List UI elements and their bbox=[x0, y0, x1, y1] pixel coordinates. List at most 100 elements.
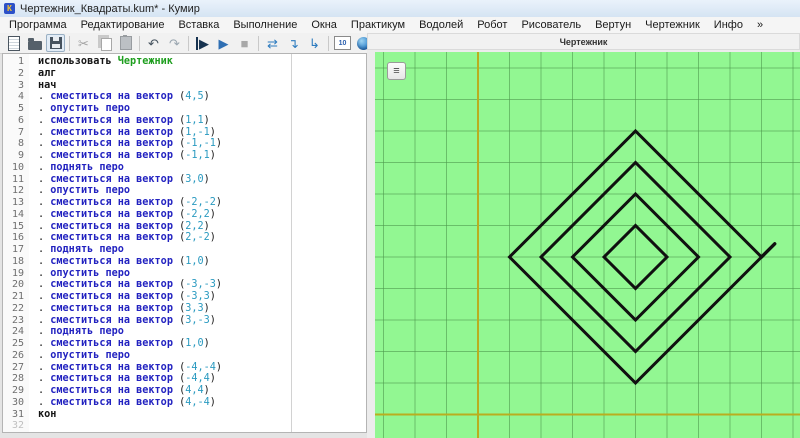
code-line[interactable]: . сместиться на вектор (-2,2) bbox=[38, 209, 366, 221]
line-number: 5 bbox=[3, 103, 24, 115]
code-line[interactable]: . сместиться на вектор (4,5) bbox=[38, 91, 366, 103]
line-number: 33 bbox=[3, 432, 24, 433]
code-line[interactable]: . сместиться на вектор (-2,-2) bbox=[38, 197, 366, 209]
kumir-window: К Чертежник_Квадраты.kum* - Кумир Програ… bbox=[0, 0, 800, 438]
code-line[interactable]: . опустить перо bbox=[38, 268, 366, 280]
step-into-button[interactable]: ↴ bbox=[284, 34, 303, 52]
step-out-button[interactable]: ↳ bbox=[305, 34, 324, 52]
code-line[interactable]: . опустить перо bbox=[38, 103, 366, 115]
paste-button[interactable] bbox=[116, 34, 135, 52]
code-token: опустить перо bbox=[50, 350, 130, 361]
draftsman-drawing bbox=[375, 52, 800, 438]
code-line[interactable]: алг bbox=[38, 68, 366, 80]
code-line[interactable]: . сместиться на вектор (1,0) bbox=[38, 256, 366, 268]
code-line[interactable]: . сместиться на вектор (2,-2) bbox=[38, 232, 366, 244]
code-line[interactable]: . опустить перо bbox=[38, 185, 366, 197]
menu-item-3[interactable]: Вставка bbox=[171, 18, 226, 32]
code-line[interactable]: . опустить перо bbox=[38, 350, 366, 362]
code-line[interactable]: . сместиться на вектор (4,-4) bbox=[38, 397, 366, 409]
code-token: -4,4 bbox=[185, 373, 210, 384]
code-line[interactable]: . сместиться на вектор (2,2) bbox=[38, 221, 366, 233]
code-line[interactable]: . сместиться на вектор (-1,-1) bbox=[38, 138, 366, 150]
io-window-button[interactable]: 10 bbox=[333, 34, 352, 52]
open-file-button[interactable] bbox=[25, 34, 44, 52]
menu-item-1[interactable]: Программа bbox=[2, 18, 74, 32]
copy-button[interactable] bbox=[95, 34, 114, 52]
open-file-icon bbox=[28, 41, 42, 50]
line-number: 6 bbox=[3, 115, 24, 127]
code-line[interactable]: кон bbox=[38, 409, 366, 421]
code-token: сместиться на вектор bbox=[50, 256, 179, 267]
code-token: сместиться на вектор bbox=[50, 315, 179, 326]
run-button[interactable]: ▶ bbox=[214, 34, 233, 52]
code-line[interactable]: . поднять перо bbox=[38, 244, 366, 256]
code-token: . bbox=[38, 232, 50, 243]
line-number: 12 bbox=[3, 185, 24, 197]
code-line[interactable]: . сместиться на вектор (3,0) bbox=[38, 174, 366, 186]
code-line[interactable]: . сместиться на вектор (-4,4) bbox=[38, 373, 366, 385]
code-line[interactable]: использовать Чертежник bbox=[38, 56, 366, 68]
code-line[interactable]: . сместиться на вектор (-4,-4) bbox=[38, 362, 366, 374]
cut-icon: ✂ bbox=[78, 37, 89, 50]
code-line[interactable]: . поднять перо bbox=[38, 162, 366, 174]
code-line[interactable]: . сместиться на вектор (1,-1) bbox=[38, 127, 366, 139]
code-line[interactable]: . сместиться на вектор (-3,-3) bbox=[38, 279, 366, 291]
line-number: 19 bbox=[3, 268, 24, 280]
code-token: сместиться на вектор bbox=[50, 221, 179, 232]
code-token: . bbox=[38, 221, 50, 232]
cut-button[interactable]: ✂ bbox=[74, 34, 93, 52]
step-over-button[interactable]: ⇄ bbox=[263, 34, 282, 52]
line-number: 13 bbox=[3, 197, 24, 209]
code-token: сместиться на вектор bbox=[50, 338, 179, 349]
code-line[interactable]: . сместиться на вектор (3,-3) bbox=[38, 315, 366, 327]
menu-item-12[interactable]: Инфо bbox=[707, 18, 750, 32]
code-token: ) bbox=[204, 303, 210, 314]
code-token: . bbox=[38, 397, 50, 408]
line-number: 30 bbox=[3, 397, 24, 409]
line-number: 29 bbox=[3, 385, 24, 397]
code-line[interactable] bbox=[38, 420, 366, 432]
menu-item-11[interactable]: Чертежник bbox=[638, 18, 707, 32]
menu-item-10[interactable]: Вертун bbox=[588, 18, 638, 32]
code-line[interactable]: . сместиться на вектор (-3,3) bbox=[38, 291, 366, 303]
code-token: 1,1 bbox=[185, 115, 203, 126]
code-line[interactable]: . сместиться на вектор (3,3) bbox=[38, 303, 366, 315]
save-button[interactable] bbox=[46, 34, 65, 52]
menu-item-8[interactable]: Робот bbox=[470, 18, 514, 32]
line-number: 2 bbox=[3, 68, 24, 80]
code-token: кон bbox=[38, 409, 56, 420]
menu-item-7[interactable]: Водолей bbox=[412, 18, 470, 32]
code-line[interactable] bbox=[38, 432, 366, 433]
redo-button[interactable]: ↷ bbox=[165, 34, 184, 52]
undo-button[interactable]: ↶ bbox=[144, 34, 163, 52]
code-token: сместиться на вектор bbox=[50, 373, 179, 384]
code-token: сместиться на вектор bbox=[50, 362, 179, 373]
code-area[interactable]: использовать Чертежникалгнач. сместиться… bbox=[29, 54, 366, 432]
redo-icon: ↷ bbox=[169, 37, 180, 50]
draftsman-canvas: ≡ bbox=[375, 52, 800, 438]
stop-button[interactable]: ■ bbox=[235, 34, 254, 52]
run-icon: ▶ bbox=[219, 37, 229, 50]
menu-item-13[interactable]: » bbox=[750, 18, 770, 32]
run-blind-button[interactable]: ▶ bbox=[193, 34, 212, 52]
code-token: -2,2 bbox=[185, 209, 210, 220]
canvas-menu-button[interactable]: ≡ bbox=[387, 62, 406, 80]
menu-item-4[interactable]: Выполнение bbox=[226, 18, 304, 32]
code-line[interactable]: . поднять перо bbox=[38, 326, 366, 338]
code-line[interactable]: . сместиться на вектор (1,1) bbox=[38, 115, 366, 127]
menu-item-6[interactable]: Практикум bbox=[344, 18, 412, 32]
code-token: 1,0 bbox=[185, 256, 203, 267]
code-line[interactable]: . сместиться на вектор (1,0) bbox=[38, 338, 366, 350]
menu-item-9[interactable]: Рисователь bbox=[514, 18, 588, 32]
toolbar-separator bbox=[139, 36, 140, 51]
code-token: ) bbox=[216, 197, 222, 208]
code-editor[interactable]: 1234567891011121314151617181920212223242… bbox=[2, 53, 367, 433]
menu-item-5[interactable]: Окна bbox=[304, 18, 344, 32]
menu-item-2[interactable]: Редактирование bbox=[74, 18, 172, 32]
code-line[interactable]: . сместиться на вектор (4,4) bbox=[38, 385, 366, 397]
line-number: 14 bbox=[3, 209, 24, 221]
code-line[interactable]: нач bbox=[38, 80, 366, 92]
code-line[interactable]: . сместиться на вектор (-1,1) bbox=[38, 150, 366, 162]
code-token: 2,2 bbox=[185, 221, 203, 232]
new-file-button[interactable] bbox=[4, 34, 23, 52]
